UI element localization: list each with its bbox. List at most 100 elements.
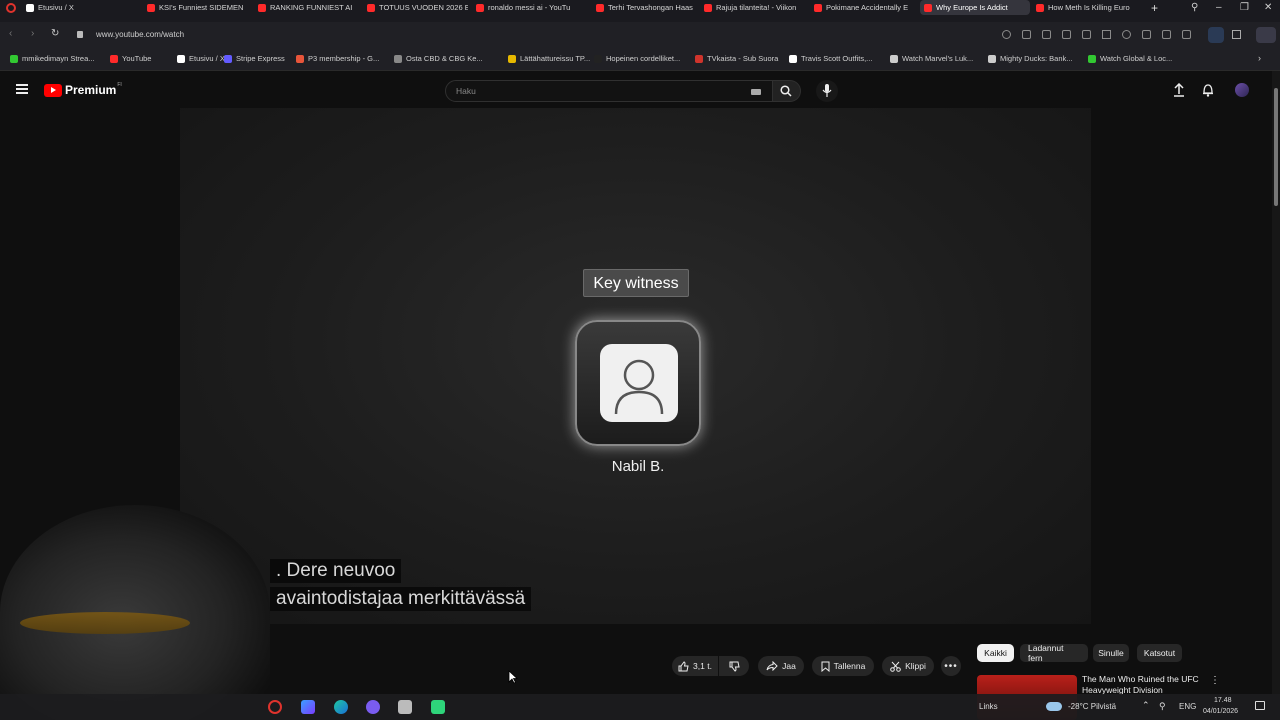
dislike-button[interactable]	[719, 656, 749, 676]
browser-tab[interactable]: ronaldo messi ai - YouTu	[472, 0, 577, 15]
edge-taskbar-icon[interactable]	[334, 700, 348, 714]
search-button[interactable]	[773, 80, 801, 102]
bookmark-item[interactable]: YouTube	[110, 54, 151, 63]
webcam-hat-band	[20, 612, 190, 634]
language-indicator[interactable]: ENG	[1179, 702, 1196, 711]
bookmark-item[interactable]: Hopeinen cordelliket...	[594, 54, 680, 63]
bookmark-label: Mighty Ducks: Bank...	[1000, 54, 1073, 63]
recommended-video-title[interactable]: The Man Who Ruined the UFC Heavyweight D…	[1082, 674, 1202, 696]
account-avatar[interactable]	[1235, 83, 1249, 97]
browser-tab[interactable]: Rajuja tilanteita! - Viikon	[700, 0, 805, 15]
clip-button[interactable]: Klippi	[882, 656, 934, 676]
save-button[interactable]: Tallenna	[812, 656, 874, 676]
notifications-bell-icon[interactable]	[1202, 83, 1214, 97]
search-input[interactable]: Haku	[445, 80, 773, 102]
search-icon	[780, 85, 792, 97]
bookmark-item[interactable]: mmikedimayn Strea...	[10, 54, 95, 63]
search-page-icon[interactable]	[1002, 30, 1011, 39]
browser-tab[interactable]: Terhi Tervashongan Haas	[592, 0, 697, 15]
voice-search-button[interactable]	[816, 80, 838, 102]
browser-tab[interactable]: TOTUUS VUODEN 2026 E	[363, 0, 468, 15]
back-button[interactable]: ‹	[9, 28, 12, 39]
bookmarks-overflow-icon[interactable]: ›	[1258, 53, 1261, 63]
browser-menu-icon[interactable]	[6, 3, 16, 13]
bookmark-item[interactable]: P3 membership - G...	[296, 54, 379, 63]
tab-favicon-icon	[1036, 3, 1044, 12]
bookmark-item[interactable]: Lättähattureissu TP...	[508, 54, 590, 63]
aria-icon[interactable]	[1208, 27, 1224, 43]
video-player[interactable]: Key witness Nabil B.	[180, 108, 1091, 624]
heart-icon[interactable]	[1122, 30, 1131, 39]
scrollbar-thumb[interactable]	[1274, 88, 1278, 206]
like-button[interactable]: 3,1 t.	[672, 656, 718, 676]
weather-text[interactable]: -28°C Pilvistä	[1068, 702, 1116, 711]
extension-icon[interactable]	[1082, 30, 1091, 39]
menu-lines-icon[interactable]	[1162, 30, 1171, 39]
bookmark-item[interactable]: Etusivu / X	[177, 54, 225, 63]
chat-taskbar-icon[interactable]	[431, 700, 445, 714]
links-toolbar[interactable]: Links	[979, 702, 998, 711]
bookmark-item[interactable]: Watch Marvel's Luk...	[890, 54, 973, 63]
bookmark-icon	[821, 661, 830, 672]
more-vertical-icon[interactable]: ⋮	[1210, 675, 1220, 686]
new-tab-button[interactable]: +	[1151, 1, 1158, 15]
tab-title: RANKING FUNNIEST AI R	[270, 3, 354, 12]
more-actions-button[interactable]: •••	[941, 656, 961, 676]
store-taskbar-icon[interactable]	[398, 700, 412, 714]
search-tabs-icon[interactable]: ⚲	[1191, 2, 1198, 13]
clock-date[interactable]: 04/01/2026	[1203, 708, 1238, 715]
network-icon[interactable]: ⚲	[1159, 701, 1166, 712]
filter-chip[interactable]: Sinulle	[1093, 644, 1129, 662]
browser-tab-strip: Etusivu / X KSI's Funniest SIDEMEN RANKING…	[0, 0, 1280, 22]
maximize-button[interactable]: ❐	[1240, 2, 1249, 13]
browser-tab[interactable]: How Meth Is Killing Euro	[1032, 0, 1142, 15]
bookmark-item[interactable]: Stripe Express	[224, 54, 285, 63]
bookmark-item[interactable]: TVkaista - Sub Suora	[695, 54, 778, 63]
bookmark-item[interactable]: Mighty Ducks: Bank...	[988, 54, 1073, 63]
bookmark-item[interactable]: Osta CBD & CBG Ke...	[394, 54, 483, 63]
tray-chevron-icon[interactable]: ⌃	[1142, 700, 1150, 711]
minimize-button[interactable]: –	[1216, 2, 1222, 13]
bookmark-favicon-icon	[890, 54, 898, 63]
bookmark-favicon-icon	[789, 54, 797, 63]
screenshot-icon[interactable]	[1022, 30, 1031, 39]
hamburger-menu-icon[interactable]	[16, 84, 28, 94]
tab-favicon-icon	[476, 3, 484, 12]
notification-center-icon[interactable]	[1255, 701, 1265, 710]
filter-chip[interactable]: Katsotut	[1137, 644, 1182, 662]
close-window-button[interactable]: ✕	[1264, 2, 1272, 13]
url-field[interactable]: www.youtube.com/watch	[96, 30, 184, 39]
clock-time[interactable]: 17.48	[1214, 697, 1232, 704]
microphone-icon	[822, 84, 832, 97]
download-icon[interactable]	[1142, 30, 1151, 39]
share-button[interactable]: Jaa	[758, 656, 804, 676]
browser-tab[interactable]: RANKING FUNNIEST AI R	[254, 0, 354, 15]
camera-icon[interactable]	[1042, 30, 1051, 39]
filter-chip[interactable]: Ladannut fern	[1020, 643, 1088, 663]
bookmark-item[interactable]: Travis Scott Outfits,...	[789, 54, 872, 63]
more-horizontal-icon: •••	[944, 660, 958, 672]
ai-icon[interactable]	[1256, 27, 1276, 43]
bookmark-favicon-icon	[296, 54, 304, 63]
play-icon[interactable]	[1102, 30, 1111, 39]
browser-tab[interactable]: KSI's Funniest SIDEMEN	[143, 0, 243, 15]
reload-button[interactable]: ↻	[51, 28, 59, 39]
search-placeholder: Haku	[456, 86, 476, 96]
app-taskbar-icon[interactable]	[301, 700, 315, 714]
opera-taskbar-icon[interactable]	[268, 700, 282, 714]
keyboard-icon[interactable]	[751, 89, 761, 95]
browser-tab[interactable]: Etusivu / X	[22, 0, 132, 15]
youtube-logo[interactable]: Premium FI	[44, 82, 122, 97]
sidebar-icon[interactable]	[1232, 30, 1241, 39]
browser-tab[interactable]: Why Europe Is Addict	[920, 0, 1030, 15]
filter-chip[interactable]: Kaikki	[977, 644, 1014, 662]
profile-lock-icon[interactable]	[1182, 30, 1191, 39]
bookmark-favicon-icon	[224, 54, 232, 63]
caption-line-1: . Dere neuvoo	[270, 559, 402, 583]
upload-icon[interactable]	[1173, 83, 1185, 97]
bookmark-item[interactable]: Watch Global & Loc...	[1088, 54, 1172, 63]
discord-taskbar-icon[interactable]	[366, 700, 380, 714]
browser-tab[interactable]: Pokimane Accidentally E	[810, 0, 915, 15]
forward-button[interactable]: ›	[31, 28, 34, 39]
shield-icon[interactable]	[1062, 30, 1071, 39]
